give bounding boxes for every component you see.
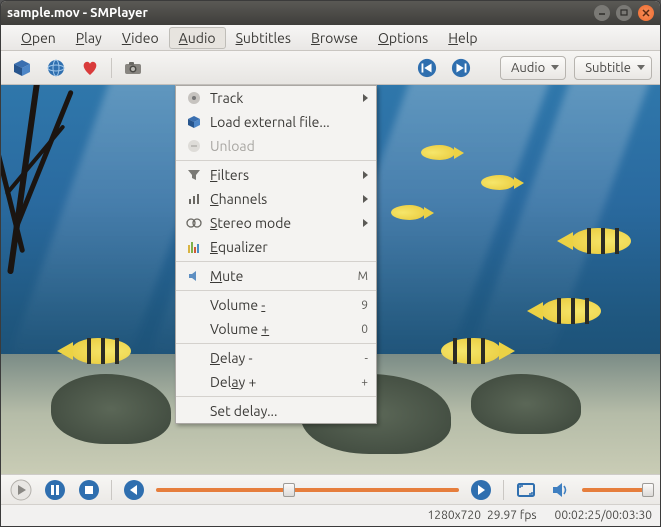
menu-item-delay-plus[interactable]: Delay + +	[176, 370, 376, 394]
shortcut-key: 9	[352, 299, 368, 312]
fullscreen-button[interactable]	[514, 478, 538, 502]
menu-item-stereo-mode[interactable]: Stereo mode	[176, 211, 376, 235]
next-track-icon[interactable]	[448, 56, 474, 80]
menu-item-load-external[interactable]: Load external file...	[176, 110, 376, 134]
menu-separator	[176, 396, 376, 397]
menu-subtitles[interactable]: Subtitles	[226, 27, 301, 49]
toolbar-separator	[111, 58, 112, 78]
stop-button[interactable]	[77, 478, 101, 502]
chevron-down-icon	[637, 65, 645, 70]
prev-track-icon[interactable]	[414, 56, 440, 80]
seek-back-button[interactable]	[122, 478, 146, 502]
menu-item-mute[interactable]: Mute M	[176, 264, 376, 288]
status-resolution: 1280x720	[428, 509, 481, 522]
menu-play[interactable]: Play	[66, 27, 112, 49]
menu-item-filters[interactable]: Filters	[176, 163, 376, 187]
menu-item-equalizer[interactable]: Equalizer	[176, 235, 376, 259]
maximize-button[interactable]	[616, 5, 632, 21]
menubar: Open Play Video Audio Subtitles Browse O…	[1, 25, 660, 51]
subtitle-track-label: Subtitle	[585, 61, 631, 75]
menu-separator	[176, 290, 376, 291]
unload-icon	[184, 138, 204, 154]
shortcut-key: -	[352, 352, 368, 365]
seek-forward-button[interactable]	[469, 478, 493, 502]
mute-icon	[184, 268, 204, 284]
chevron-down-icon	[551, 65, 559, 70]
menu-audio[interactable]: Audio	[169, 27, 226, 49]
open-url-icon[interactable]	[43, 56, 69, 80]
menu-separator	[176, 160, 376, 161]
audio-menu: Track Load external file... Unload Filte…	[175, 85, 377, 424]
status-current-time: 00:02:25	[555, 509, 602, 522]
menu-options[interactable]: Options	[368, 27, 438, 49]
menu-item-track[interactable]: Track	[176, 86, 376, 110]
volume-icon[interactable]	[548, 478, 572, 502]
equalizer-icon	[184, 239, 204, 255]
menu-browse[interactable]: Browse	[301, 27, 368, 49]
statusbar: 1280x720 29.97 fps 00:02:25 / 00:03:30	[1, 504, 660, 526]
menu-separator	[176, 343, 376, 344]
minimize-button[interactable]	[594, 5, 610, 21]
menu-help[interactable]: Help	[438, 27, 487, 49]
status-total-time: 00:03:30	[605, 509, 652, 522]
audio-track-dropdown[interactable]: Audio	[500, 56, 566, 80]
menu-item-unload: Unload	[176, 134, 376, 158]
volume-thumb[interactable]	[642, 483, 654, 497]
separator	[111, 480, 112, 500]
titlebar: sample.mov - SMPlayer	[1, 1, 660, 25]
shortcut-key: 0	[352, 323, 368, 336]
filters-icon	[184, 167, 204, 183]
window-controls	[594, 5, 654, 21]
close-button[interactable]	[638, 5, 654, 21]
stereo-icon	[184, 215, 204, 231]
status-fps: 29.97 fps	[487, 509, 537, 522]
menu-open[interactable]: Open	[11, 27, 66, 49]
shortcut-key: M	[352, 270, 368, 283]
open-file-icon[interactable]	[9, 56, 35, 80]
file-icon	[184, 114, 204, 130]
menu-item-volume-minus[interactable]: Volume - 9	[176, 293, 376, 317]
separator	[503, 480, 504, 500]
menu-item-set-delay[interactable]: Set delay...	[176, 399, 376, 423]
pause-button[interactable]	[43, 478, 67, 502]
audio-track-label: Audio	[511, 61, 545, 75]
subtitle-track-dropdown[interactable]: Subtitle	[574, 56, 652, 80]
submenu-arrow-icon	[363, 195, 368, 203]
channels-icon	[184, 191, 204, 207]
submenu-arrow-icon	[363, 171, 368, 179]
menu-separator	[176, 261, 376, 262]
app-window: sample.mov - SMPlayer Open Play Video Au…	[0, 0, 661, 527]
shortcut-key: +	[352, 376, 368, 389]
disc-icon	[184, 90, 204, 106]
submenu-arrow-icon	[363, 219, 368, 227]
menu-item-delay-minus[interactable]: Delay - -	[176, 346, 376, 370]
submenu-arrow-icon	[363, 94, 368, 102]
play-button[interactable]	[9, 478, 33, 502]
video-viewport: Track Load external file... Unload Filte…	[1, 85, 660, 474]
playback-controls	[1, 474, 660, 504]
volume-slider[interactable]	[582, 488, 652, 492]
menu-item-channels[interactable]: Channels	[176, 187, 376, 211]
screenshot-icon[interactable]	[120, 56, 146, 80]
window-title: sample.mov - SMPlayer	[7, 6, 594, 20]
seek-slider[interactable]	[156, 488, 459, 492]
menu-video[interactable]: Video	[112, 27, 169, 49]
menu-item-volume-plus[interactable]: Volume + 0	[176, 317, 376, 341]
favorite-icon[interactable]	[77, 56, 103, 80]
toolbar: Audio Subtitle	[1, 51, 660, 85]
seek-thumb[interactable]	[283, 483, 295, 497]
